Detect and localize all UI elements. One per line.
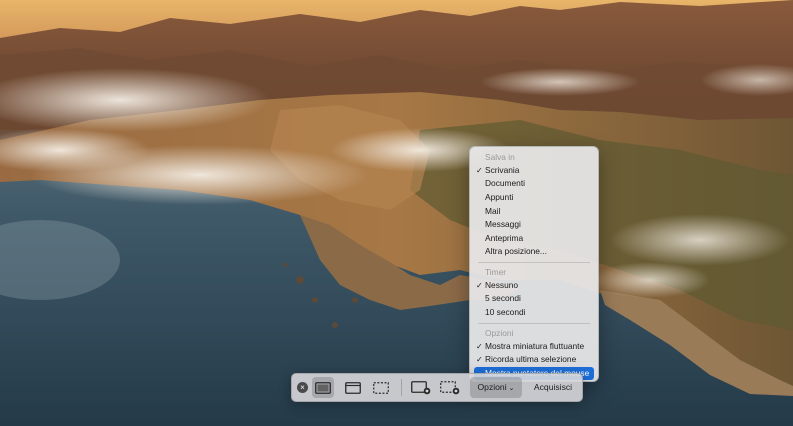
- menu-header-options: Opzioni: [485, 328, 514, 338]
- menu-item-timer-none[interactable]: ✓ Nessuno: [474, 279, 594, 292]
- menu-item-mail[interactable]: Mail: [474, 205, 594, 218]
- capture-window-button[interactable]: [342, 377, 364, 398]
- record-selection-button[interactable]: [438, 377, 462, 398]
- menu-item-messages[interactable]: Messaggi: [474, 218, 594, 231]
- menu-item-show-floating-thumbnail[interactable]: ✓ Mostra miniatura fluttuante: [474, 340, 594, 353]
- menu-item-other-location[interactable]: Altra posizione...: [474, 245, 594, 258]
- menu-item-preview[interactable]: Anteprima: [474, 232, 594, 245]
- record-entire-screen-button[interactable]: [409, 377, 433, 398]
- x-circle-icon[interactable]: ×: [297, 382, 308, 393]
- options-button[interactable]: Opzioni ⌄: [470, 377, 522, 398]
- capture-entire-screen-icon: [315, 381, 331, 394]
- menu-separator: [478, 323, 590, 324]
- capture-button[interactable]: Acquisisci: [524, 377, 582, 398]
- screenshot-toolbar: × Opzioni ⌄ Acquisisci: [291, 373, 583, 402]
- capture-selection-icon: [373, 381, 389, 394]
- record-entire-screen-icon: [411, 380, 431, 394]
- capture-window-icon: [345, 381, 361, 394]
- capture-entire-screen-button[interactable]: [312, 377, 334, 398]
- menu-item-clipboard[interactable]: Appunti: [474, 191, 594, 204]
- menu-item-remember-last-selection[interactable]: ✓ Ricorda ultima selezione: [474, 353, 594, 366]
- desktop-wallpaper: [0, 0, 793, 426]
- record-selection-icon: [440, 380, 460, 394]
- menu-header-save-to: Salva in: [485, 152, 515, 162]
- menu-item-documents[interactable]: Documenti: [474, 177, 594, 190]
- checkmark-icon: ✓: [476, 166, 483, 175]
- menu-item-desktop[interactable]: ✓ Scrivania: [474, 164, 594, 177]
- capture-selection-button[interactable]: [370, 377, 392, 398]
- menu-header-timer: Timer: [485, 267, 507, 277]
- toolbar-divider: [401, 379, 402, 396]
- menu-item-timer-10s[interactable]: 10 secondi: [474, 306, 594, 319]
- checkmark-icon: ✓: [476, 342, 483, 351]
- menu-item-timer-5s[interactable]: 5 secondi: [474, 292, 594, 305]
- menu-separator: [478, 262, 590, 263]
- checkmark-icon: ✓: [476, 281, 483, 290]
- chevron-down-icon: ⌄: [508, 385, 515, 392]
- options-menu: Salva in ✓ Scrivania Documenti Appunti Ma…: [469, 146, 599, 382]
- checkmark-icon: ✓: [476, 355, 483, 364]
